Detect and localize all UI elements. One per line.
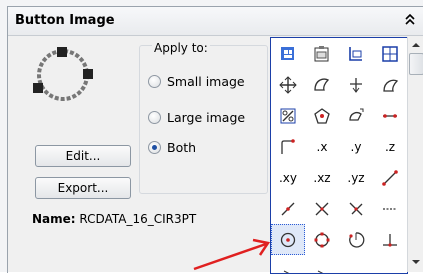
apply-to-label: Apply to: xyxy=(152,41,210,55)
dashed-line-icon[interactable] xyxy=(373,193,407,224)
percent-box-icon[interactable] xyxy=(271,100,305,131)
clipboard-table-icon[interactable] xyxy=(305,38,339,69)
arc-rotate-icon[interactable] xyxy=(339,224,373,255)
filter-x-icon[interactable]: .x xyxy=(305,131,339,162)
button-image-window: Button Image Apply to: Small image Large… xyxy=(0,0,423,272)
grid-3d-icon[interactable] xyxy=(373,38,407,69)
line-segment-icon[interactable] xyxy=(373,100,407,131)
panel-title-bar: Button Image xyxy=(8,7,423,36)
name-row: Name: RCDATA_16_CIR3PT xyxy=(32,212,196,226)
large-image-radio[interactable]: Large image xyxy=(148,110,245,125)
both-radio-button[interactable] xyxy=(148,141,161,154)
filter-yz-icon[interactable]: .yz xyxy=(339,162,373,193)
scroll-thumb[interactable] xyxy=(409,53,423,75)
export-button[interactable]: Export... xyxy=(35,177,131,199)
cross-angle-icon[interactable] xyxy=(339,193,373,224)
annotation-arrow-icon xyxy=(190,236,276,272)
icon-grid-scrollbar[interactable] xyxy=(407,37,423,272)
move-arrows-icon[interactable] xyxy=(271,69,305,100)
filter-xy-icon[interactable]: .xy xyxy=(271,162,305,193)
name-value: RCDATA_16_CIR3PT xyxy=(79,212,196,226)
curve-shape-icon[interactable] xyxy=(305,69,339,100)
freeform-shape-icon[interactable] xyxy=(373,69,407,100)
button-image-preview-icon xyxy=(31,43,95,107)
scroll-up-icon[interactable] xyxy=(411,40,421,50)
both-label: Both xyxy=(167,140,196,155)
small-image-radio[interactable]: Small image xyxy=(148,74,245,89)
edit-button[interactable]: Edit... xyxy=(35,145,131,167)
polyline-l-icon[interactable] xyxy=(339,38,373,69)
partial-icon-2[interactable] xyxy=(305,255,339,274)
small-image-radio-button[interactable] xyxy=(148,75,161,88)
scroll-down-icon[interactable] xyxy=(411,257,421,267)
panel-title: Button Image xyxy=(15,13,115,28)
name-label: Name: xyxy=(32,212,76,226)
both-radio[interactable]: Both xyxy=(148,140,196,155)
small-image-label: Small image xyxy=(167,74,245,89)
filter-xz-icon[interactable]: .xz xyxy=(305,162,339,193)
angle-line-icon[interactable] xyxy=(271,193,305,224)
table-3d-icon[interactable] xyxy=(271,38,305,69)
circle-diamond-icon[interactable] xyxy=(305,224,339,255)
perpendicular-icon[interactable] xyxy=(373,224,407,255)
rotate-shape-icon[interactable] xyxy=(339,100,373,131)
icon-grid: .x .y .z .xy .xz .yz xyxy=(270,37,408,274)
polygon-target-icon[interactable] xyxy=(305,100,339,131)
diagonal-line-icon[interactable] xyxy=(373,162,407,193)
collapse-icon[interactable] xyxy=(403,12,417,28)
partial-icon-1[interactable] xyxy=(271,255,305,274)
filter-y-icon[interactable]: .y xyxy=(339,131,373,162)
cross-lines-icon[interactable] xyxy=(305,193,339,224)
plane-arrows-icon[interactable] xyxy=(339,69,373,100)
large-image-label: Large image xyxy=(167,110,245,125)
large-image-radio-button[interactable] xyxy=(148,111,161,124)
arc-corner-icon[interactable] xyxy=(271,131,305,162)
filter-z-icon[interactable]: .z xyxy=(373,131,407,162)
circle-3pt-icon[interactable] xyxy=(271,224,305,255)
